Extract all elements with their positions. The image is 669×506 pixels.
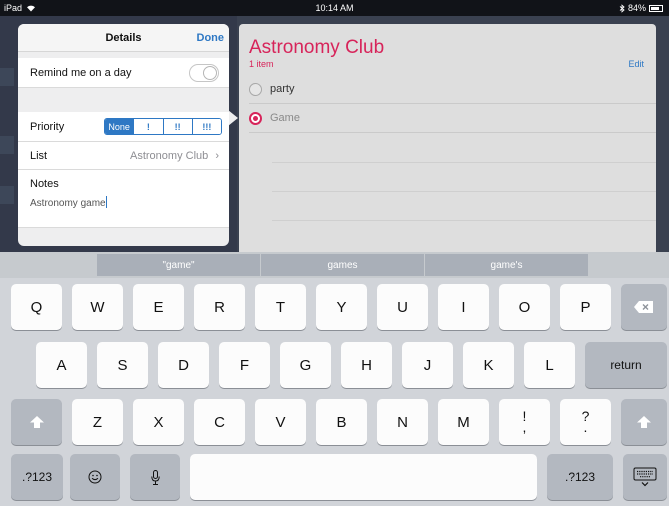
details-popover: Details Done Remind me on a day Priority…	[18, 24, 229, 246]
priority-none-segment[interactable]: None	[105, 119, 135, 134]
list-item[interactable]: Game	[249, 104, 656, 133]
key-n[interactable]: N	[377, 399, 428, 445]
divider	[272, 191, 656, 192]
list-label: List	[30, 150, 48, 162]
bluetooth-icon	[619, 3, 625, 13]
remind-toggle[interactable]	[189, 64, 219, 82]
key-x[interactable]: X	[133, 399, 184, 445]
key-a[interactable]: A	[36, 342, 87, 388]
priority-high-segment[interactable]: !!!	[192, 119, 221, 134]
popover-header: Details Done	[18, 24, 229, 52]
list-title: Astronomy Club	[249, 37, 385, 58]
key-c[interactable]: C	[194, 399, 245, 445]
notes-cell: Notes Astronomy game	[18, 170, 229, 228]
key-r[interactable]: R	[194, 284, 245, 330]
notes-text: Astronomy game	[30, 198, 106, 209]
suggestion-item[interactable]: game's	[425, 254, 588, 276]
checked-circle-icon[interactable]	[249, 111, 262, 125]
done-button[interactable]: Done	[197, 32, 225, 44]
key-char-bottom: ,	[522, 419, 527, 435]
key-char-bottom: .	[583, 419, 588, 435]
hide-keyboard-key[interactable]	[623, 454, 667, 500]
divider	[272, 220, 656, 221]
shift-key-right[interactable]	[621, 399, 667, 445]
notes-field[interactable]: Astronomy game	[30, 196, 107, 209]
key-y[interactable]: Y	[316, 284, 367, 330]
clock: 10:14 AM	[315, 3, 354, 13]
key-h[interactable]: H	[341, 342, 392, 388]
popover-arrow	[228, 110, 238, 126]
key-i[interactable]: I	[438, 284, 489, 330]
remind-cell: Remind me on a day	[18, 58, 229, 88]
numbers-key-right[interactable]: .?123	[547, 454, 613, 500]
key-exclamation-comma[interactable]: !,	[499, 399, 550, 445]
list-cell[interactable]: List Astronomy Club ›	[18, 142, 229, 170]
keyboard: "game" games game's Q W E R T Y U I O P …	[0, 252, 669, 506]
priority-cell: Priority None ! !! !!!	[18, 112, 229, 142]
list-value: Astronomy Club	[130, 150, 209, 162]
keyboard-dismiss-icon	[633, 467, 657, 487]
key-e[interactable]: E	[133, 284, 184, 330]
list-item[interactable]: party	[249, 75, 656, 104]
edit-button[interactable]: Edit	[628, 59, 644, 69]
key-t[interactable]: T	[255, 284, 306, 330]
battery-percent: 84%	[627, 3, 646, 13]
reminder-list-panel: Astronomy Club 1 item Edit party Game	[239, 24, 656, 252]
key-q[interactable]: Q	[11, 284, 62, 330]
shift-icon	[29, 416, 44, 428]
key-f[interactable]: F	[219, 342, 270, 388]
key-b[interactable]: B	[316, 399, 367, 445]
key-u[interactable]: U	[377, 284, 428, 330]
shift-icon	[637, 416, 651, 428]
status-bar: iPad 10:14 AM 84%	[0, 0, 669, 16]
priority-low-segment[interactable]: !	[134, 119, 164, 134]
suggestion-item[interactable]: games	[261, 254, 424, 276]
divider	[272, 162, 656, 163]
chevron-right-icon: ›	[215, 150, 219, 162]
delete-key[interactable]	[621, 284, 667, 330]
backspace-icon	[634, 301, 653, 313]
key-d[interactable]: D	[158, 342, 209, 388]
shift-key-left[interactable]	[11, 399, 62, 445]
key-l[interactable]: L	[524, 342, 575, 388]
key-w[interactable]: W	[72, 284, 123, 330]
suggestion-bar: "game" games game's	[0, 252, 669, 278]
key-p[interactable]: P	[560, 284, 611, 330]
list-item-label: party	[270, 83, 295, 95]
key-v[interactable]: V	[255, 399, 306, 445]
key-question-period[interactable]: ?.	[560, 399, 611, 445]
key-o[interactable]: O	[499, 284, 550, 330]
text-cursor	[105, 196, 107, 208]
list-item-label: Game	[270, 112, 300, 124]
microphone-icon	[150, 469, 160, 485]
priority-segmented-control: None ! !! !!!	[104, 118, 222, 135]
priority-label: Priority	[30, 121, 65, 133]
numbers-key-left[interactable]: .?123	[11, 454, 63, 500]
checkbox-circle-icon[interactable]	[249, 82, 262, 96]
key-m[interactable]: M	[438, 399, 489, 445]
suggestion-item[interactable]: "game"	[97, 254, 260, 276]
return-key[interactable]: return	[585, 342, 667, 388]
list-item-count: 1 item	[249, 59, 274, 69]
key-g[interactable]: G	[280, 342, 331, 388]
key-k[interactable]: K	[463, 342, 514, 388]
notes-label: Notes	[30, 178, 59, 190]
emoji-key[interactable]	[70, 454, 120, 500]
space-bar[interactable]	[190, 454, 537, 500]
priority-medium-segment[interactable]: !!	[163, 119, 193, 134]
key-z[interactable]: Z	[72, 399, 123, 445]
key-j[interactable]: J	[402, 342, 453, 388]
battery-icon	[649, 4, 663, 12]
emoji-icon	[88, 470, 102, 484]
dictation-key[interactable]	[130, 454, 180, 500]
remind-label: Remind me on a day	[30, 67, 132, 79]
key-s[interactable]: S	[97, 342, 148, 388]
